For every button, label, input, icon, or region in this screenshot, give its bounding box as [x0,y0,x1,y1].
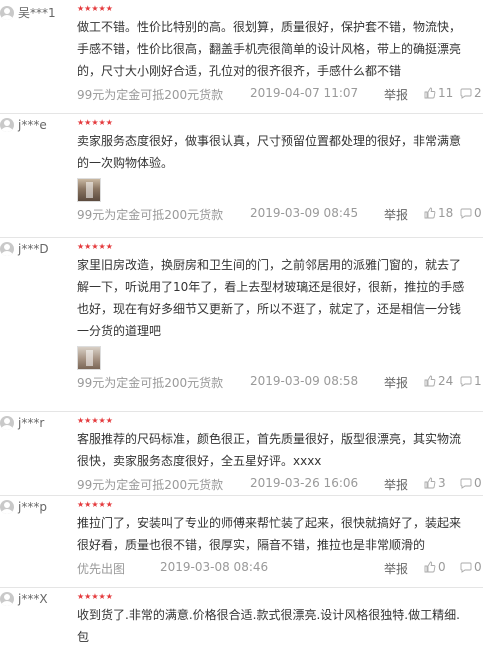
review-photo-thumbnail[interactable] [77,346,101,370]
review-tag: 99元为定金可抵200元货款 [77,376,224,390]
review-item: j***X ★★★★★ 收到货了.非常的满意.价格很合适.款式很漂亮.设计风格很… [0,588,483,648]
review-item: 吴***1 ★★★★★ 做工不错。性价比特别的高。很划算，质量很好，保护套不错，… [0,0,483,114]
review-content: 家里旧房改造，换厨房和卫生间的门，之前邻居用的派雅门窗的，就去了解一下，听说用了… [77,258,465,338]
review-item: j***r ★★★★★ 客服推荐的尺码标准，颜色很正，首先质量很好，版型很漂亮，… [0,412,483,496]
comment-icon [460,477,472,489]
thumbs-up-icon [424,87,436,99]
report-link[interactable]: 举报 [384,560,408,577]
review-body: ★★★★★ 推拉门了，安装叫了专业的师傅来帮忙装了起来，很快就搞好了，装起来很好… [77,496,483,580]
review-content: 客服推荐的尺码标准，颜色很正，首先质量很好，版型很漂亮，其实物流很快，卖家服务态… [77,432,462,468]
review-content: 推拉门了，安装叫了专业的师傅来帮忙装了起来，很快就搞好了，装起来很好看，质量也很… [77,516,462,552]
review-user: j***D [0,242,49,256]
username: j***e [18,118,47,132]
reply-count: 0 [474,206,482,220]
like-count: 11 [438,86,454,100]
review-item: j***D ★★★★★ 家里旧房改造，换厨房和卫生间的门，之前邻居用的派雅门窗的… [0,238,483,412]
like-count: 0 [438,560,446,574]
like-button[interactable]: 11 [424,86,453,100]
rating-stars: ★★★★★ [77,592,113,601]
rating-stars: ★★★★★ [77,4,113,13]
review-user: 吴***1 [0,4,56,21]
thumbs-up-icon [424,207,436,219]
reply-button[interactable]: 0 [460,476,482,490]
reply-count: 0 [474,476,482,490]
thumbs-up-icon [424,477,436,489]
review-date: 2019-03-08 08:46 [160,560,269,574]
review-content: 卖家服务态度很好，做事很认真，尺寸预留位置都处理的很好，非常满意的一次购物体验。 [77,134,462,170]
review-photo-thumbnail[interactable] [77,178,101,202]
thumbs-up-icon [424,375,436,387]
like-button[interactable]: 24 [424,374,453,388]
like-count: 3 [438,476,446,490]
review-user: j***e [0,118,47,132]
user-avatar-icon [0,118,14,132]
user-avatar-icon [0,500,14,514]
review-body: ★★★★★ 收到货了.非常的满意.价格很合适.款式很漂亮.设计风格很独特.做工精… [77,588,483,648]
review-date: 2019-03-26 16:06 [250,476,359,490]
like-count: 24 [438,374,454,388]
user-avatar-icon [0,5,14,20]
review-meta: 99元为定金可抵200元货款 2019-03-09 08:45 举报 18 0 [77,206,483,226]
user-avatar-icon [0,416,14,430]
review-user: j***p [0,500,47,514]
rating-stars: ★★★★★ [77,500,113,509]
review-item: j***e ★★★★★ 卖家服务态度很好，做事很认真，尺寸预留位置都处理的很好，… [0,114,483,238]
review-tag: 99元为定金可抵200元货款 [77,208,224,222]
report-link[interactable]: 举报 [384,476,408,493]
comment-icon [460,87,472,99]
comment-icon [460,561,472,573]
rating-stars: ★★★★★ [77,242,113,251]
like-count: 18 [438,206,454,220]
reply-button[interactable]: 1 [460,374,482,388]
review-tag: 99元为定金可抵200元货款 [77,478,224,492]
comment-icon [460,375,472,387]
username: j***X [18,592,48,606]
review-content: 做工不错。性价比特别的高。很划算，质量很好，保护套不错，物流快，手感不错，性价比… [77,20,462,78]
review-tag: 99元为定金可抵200元货款 [77,88,224,102]
comment-icon [460,207,472,219]
reply-count: 2 [474,86,482,100]
review-date: 2019-04-07 11:07 [250,86,359,100]
reply-button[interactable]: 2 [460,86,482,100]
reply-button[interactable]: 0 [460,206,482,220]
review-list: 吴***1 ★★★★★ 做工不错。性价比特别的高。很划算，质量很好，保护套不错，… [0,0,483,648]
review-content: 收到货了.非常的满意.价格很合适.款式很漂亮.设计风格很独特.做工精细.包 [77,608,460,644]
review-body: ★★★★★ 家里旧房改造，换厨房和卫生间的门，之前邻居用的派雅门窗的，就去了解一… [77,238,483,394]
report-link[interactable]: 举报 [384,86,408,103]
review-body: ★★★★★ 客服推荐的尺码标准，颜色很正，首先质量很好，版型很漂亮，其实物流很快… [77,412,483,496]
review-date: 2019-03-09 08:58 [250,374,359,388]
report-link[interactable]: 举报 [384,374,408,391]
review-meta: 99元为定金可抵200元货款 2019-03-09 08:58 举报 24 1 [77,374,483,394]
review-meta: 99元为定金可抵200元货款 2019-04-07 11:07 举报 11 2 [77,86,483,106]
username: j***r [18,416,45,430]
review-meta: 99元为定金可抵200元货款 2019-03-26 16:06 举报 3 0 [77,476,483,496]
review-item: j***p ★★★★★ 推拉门了，安装叫了专业的师傅来帮忙装了起来，很快就搞好了… [0,496,483,588]
username: j***D [18,242,49,256]
report-link[interactable]: 举报 [384,206,408,223]
user-avatar-icon [0,592,14,606]
username: j***p [18,500,47,514]
user-avatar-icon [0,242,14,256]
thumbs-up-icon [424,561,436,573]
review-body: ★★★★★ 卖家服务态度很好，做事很认真，尺寸预留位置都处理的很好，非常满意的一… [77,114,483,226]
rating-stars: ★★★★★ [77,118,113,127]
like-button[interactable]: 0 [424,560,446,574]
review-user: j***r [0,416,44,430]
username: 吴***1 [18,6,56,20]
reply-count: 0 [474,560,482,574]
review-user: j***X [0,592,48,606]
rating-stars: ★★★★★ [77,416,113,425]
reply-button[interactable]: 0 [460,560,482,574]
like-button[interactable]: 3 [424,476,446,490]
reply-count: 1 [474,374,482,388]
review-date: 2019-03-09 08:45 [250,206,359,220]
like-button[interactable]: 18 [424,206,453,220]
review-body: ★★★★★ 做工不错。性价比特别的高。很划算，质量很好，保护套不错，物流快，手感… [77,0,483,106]
review-meta: 优先出图 2019-03-08 08:46 举报 0 0 [77,560,483,580]
review-tag: 优先出图 [77,562,126,576]
